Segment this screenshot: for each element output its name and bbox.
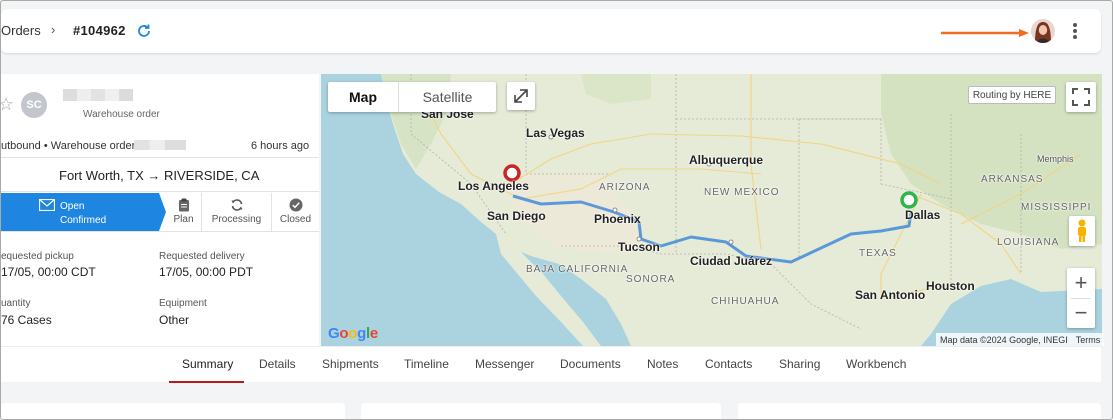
step-plan-label: Plan: [173, 214, 194, 225]
order-meta: utbound • Warehouse order: [1, 140, 136, 152]
step-open-confirmed[interactable]: Open Confirmed: [1, 193, 166, 231]
map-label-new-mexico: NEW MEXICO: [704, 187, 780, 198]
tab-notes[interactable]: Notes: [647, 357, 678, 371]
requested-pickup-value: 17/05, 00:00 CDT: [1, 265, 96, 279]
redacted-name: [63, 89, 133, 101]
requested-delivery-label: Requested delivery: [159, 251, 245, 262]
step-plan[interactable]: Plan: [166, 193, 202, 231]
active-tab-indicator: [169, 381, 244, 383]
step-closed-label: Closed: [279, 214, 312, 225]
breadcrumb-orders[interactable]: Orders: [1, 23, 41, 38]
order-tabs: Summary Details Shipments Timeline Messe…: [1, 346, 1101, 383]
equipment-value: Other: [159, 313, 190, 327]
map-label-memphis: Memphis: [1037, 154, 1074, 164]
zoom-out-icon[interactable]: −: [1067, 298, 1095, 328]
quantity-value: 76 Cases: [1, 313, 52, 327]
map-label-tucson: Tucson: [618, 240, 660, 254]
content-card: [738, 403, 1101, 419]
map-type-map[interactable]: Map: [328, 82, 399, 112]
map-label-san-diego: San Diego: [487, 209, 546, 223]
order-type-label: Warehouse order: [83, 109, 160, 120]
tab-documents[interactable]: Documents: [560, 357, 621, 371]
order-id: #104962: [73, 23, 126, 38]
requested-pickup-label: equested pickup: [1, 251, 74, 262]
destination-label: RIVERSIDE, CA: [164, 168, 260, 183]
map-label-arizona: ARIZONA: [599, 182, 651, 193]
map-type-toggle: Map Satellite: [328, 82, 496, 112]
annotation-arrow: [941, 29, 1029, 37]
star-icon[interactable]: ☆: [1, 94, 14, 115]
tab-workbench[interactable]: Workbench: [846, 357, 906, 371]
divider: [1, 231, 319, 232]
divider: [1, 157, 319, 158]
map-data-credit: Map data ©2024 Google, INEGI: [940, 334, 1068, 345]
tab-messenger[interactable]: Messenger: [475, 357, 534, 371]
route-summary: Fort Worth, TX → RIVERSIDE, CA: [59, 168, 259, 183]
map-label-louisiana: LOUISIANA: [997, 237, 1060, 248]
open-external-icon[interactable]: [507, 82, 535, 110]
tab-details[interactable]: Details: [259, 357, 296, 371]
step-closed[interactable]: Closed: [272, 193, 319, 231]
clipboard-icon: [178, 198, 189, 212]
requested-delivery-value: 17/05, 00:00 PDT: [159, 265, 254, 279]
zoom-controls: + −: [1067, 268, 1095, 328]
map-attribution: Map data ©2024 Google, INEGI Terms: [936, 333, 1105, 346]
top-header: Orders › #104962: [1, 9, 1101, 53]
customer-avatar: SC: [21, 92, 47, 118]
map-label-chihuahua: CHIHUAHUA: [711, 296, 780, 307]
map-label-ciudad-juarez: Ciudad Juárez: [690, 254, 773, 268]
tab-timeline[interactable]: Timeline: [404, 357, 449, 371]
status-confirmed: Confirmed: [60, 215, 107, 226]
content-card: [1, 403, 345, 419]
more-options-icon[interactable]: [1067, 21, 1083, 41]
map-label-los-angeles: Los Angeles: [458, 179, 529, 193]
map-label-mississippi: MISSISSIPPI: [1021, 202, 1092, 213]
tab-summary[interactable]: Summary: [182, 357, 233, 371]
status-open: Open: [60, 201, 85, 212]
breadcrumb-separator: ›: [51, 22, 56, 37]
map-label-las-vegas: Las Vegas: [526, 126, 585, 140]
zoom-in-icon[interactable]: +: [1067, 268, 1095, 298]
map-label-san-antonio: San Antonio: [855, 288, 926, 302]
google-logo: Google: [328, 325, 378, 342]
check-circle-icon: [289, 198, 302, 212]
route-map[interactable]: San Jose Las Vegas Los Angeles San Diego…: [321, 74, 1102, 346]
map-label-dallas: Dallas: [905, 208, 941, 222]
content-card: [361, 403, 721, 419]
street-view-pegman-icon[interactable]: [1069, 216, 1095, 246]
map-label-baja-california: BAJA CALIFORNIA: [526, 264, 629, 275]
status-stepper: Open Confirmed Plan Processing Closed: [1, 193, 319, 231]
updated-time: 6 hours ago: [251, 140, 310, 152]
map-label-houston: Houston: [926, 279, 975, 293]
divider: [1, 191, 319, 192]
app-frame: Orders › #104962 ☆ SC Warehouse order ut…: [0, 0, 1113, 420]
map-label-albuquerque: Albuquerque: [689, 153, 763, 167]
map-type-satellite[interactable]: Satellite: [399, 82, 496, 112]
redacted-reference: [134, 140, 186, 150]
route-arrow: →: [147, 168, 161, 183]
map-label-sonora: SONORA: [626, 274, 676, 285]
user-avatar[interactable]: [1031, 19, 1055, 43]
step-processing[interactable]: Processing: [202, 193, 272, 231]
origin-label: Fort Worth, TX: [59, 168, 144, 183]
quantity-label: uantity: [1, 298, 31, 309]
tab-shipments[interactable]: Shipments: [322, 357, 379, 371]
equipment-label: Equipment: [159, 298, 207, 309]
routing-provider: Routing by HERE: [968, 86, 1056, 104]
step-processing-label: Processing: [211, 214, 262, 225]
envelope-icon: [39, 199, 55, 211]
sync-icon: [231, 199, 242, 211]
map-label-arkansas: ARKANSAS: [981, 174, 1044, 185]
terms-link[interactable]: Terms: [1076, 335, 1101, 345]
map-label-texas: TEXAS: [859, 248, 897, 259]
tab-sharing[interactable]: Sharing: [779, 357, 820, 371]
refresh-icon[interactable]: [136, 23, 152, 39]
map-label-phoenix: Phoenix: [594, 212, 641, 226]
fullscreen-icon[interactable]: [1066, 82, 1096, 112]
tab-contacts[interactable]: Contacts: [705, 357, 752, 371]
